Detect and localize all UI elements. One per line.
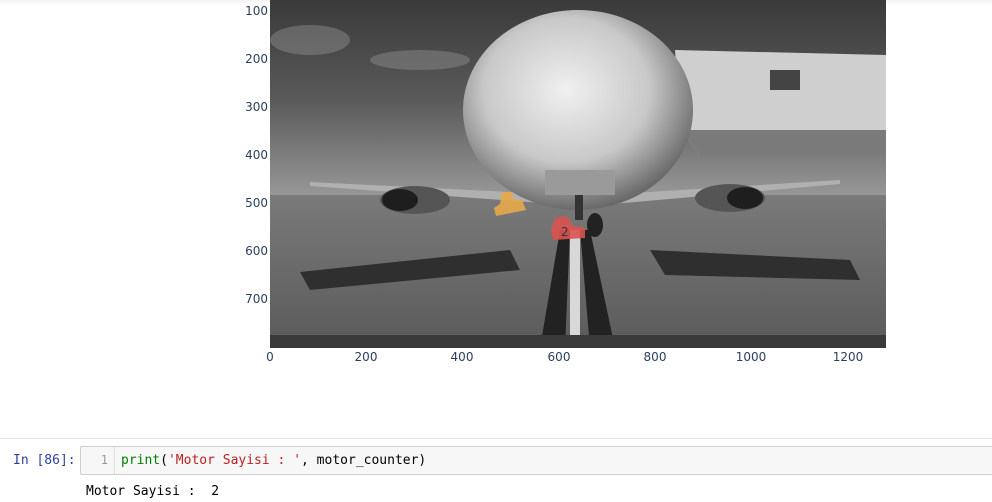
code-cell-input[interactable]: 1 print('Motor Sayisi : ', motor_counter… [80,446,992,475]
y-tick: 300 [245,100,268,114]
airplane-image: 2 [270,0,886,348]
line-number: 1 [81,447,115,474]
code-string: 'Motor Sayisi : ' [167,453,302,468]
cell-prompt: In [86]: [13,453,76,468]
code-function: print [121,453,161,468]
x-tick: 1200 [832,350,864,364]
code-line[interactable]: print('Motor Sayisi : ', motor_counter) [121,447,426,474]
cell-output: Motor Sayisi : 2 [86,484,220,499]
y-tick: 500 [245,196,268,210]
code-paren: ( [160,453,168,468]
x-tick: 600 [547,350,571,364]
x-tick: 400 [450,350,474,364]
x-tick: 200 [354,350,378,364]
svg-text:2: 2 [561,225,569,239]
y-tick: 700 [245,292,268,306]
x-tick: 0 [266,350,274,364]
x-tick: 800 [643,350,667,364]
x-tick: 1000 [735,350,767,364]
y-tick: 200 [245,52,268,66]
image-plot[interactable]: 100 200 300 400 500 600 700 2 0 200 400 … [0,0,992,375]
y-tick: 400 [245,148,268,162]
y-tick: 100 [245,4,268,18]
code-args: , motor_counter) [301,453,427,468]
cell-separator [0,438,992,439]
y-tick: 600 [245,244,268,258]
